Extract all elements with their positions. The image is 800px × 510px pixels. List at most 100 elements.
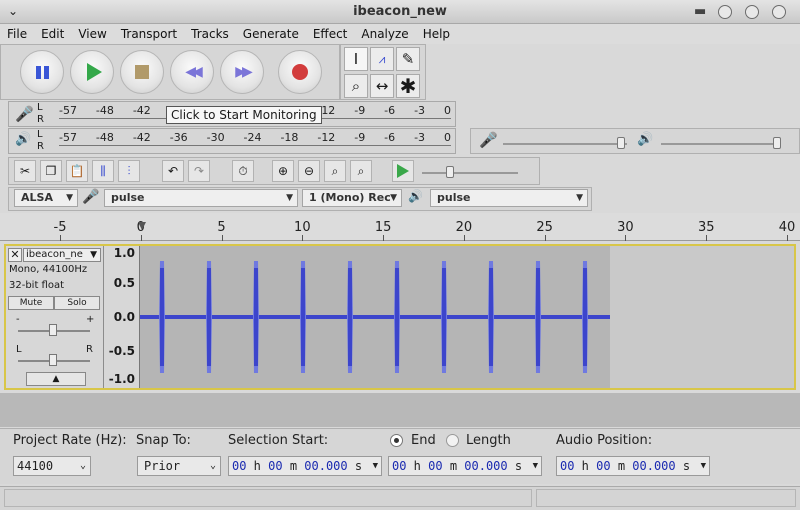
chevron-down-icon: ▼ <box>372 461 378 471</box>
playhead-marker[interactable] <box>138 222 146 238</box>
track-close-button[interactable]: ✕ <box>8 248 22 262</box>
menu-analyze[interactable]: Analyze <box>354 24 415 44</box>
end-radio[interactable] <box>390 434 403 447</box>
project-rate-combo[interactable]: 44100 ⌄ <box>13 456 91 476</box>
selection-end-time[interactable]: 00 h 00 m 00.000 s ▼ <box>388 456 542 476</box>
chevron-down-icon: ⌄ <box>79 460 86 471</box>
sync-lock-button[interactable]: ⏱ <box>232 160 254 182</box>
ruler-tick-mark <box>221 235 223 241</box>
zoom-out-button[interactable]: ⊖ <box>298 160 320 182</box>
playback-meter[interactable]: 🔊 L R -57 -48 -42 -36 -30 -24 -18 -12 -9 -6 -3 0 <box>8 128 456 154</box>
redo-button[interactable]: ↷ <box>188 160 210 182</box>
multi-tool[interactable]: ✱ <box>396 74 420 98</box>
selection-start-time[interactable]: 00 h 00 m 00.000 s ▼ <box>228 456 382 476</box>
menu-generate[interactable]: Generate <box>236 24 306 44</box>
menu-help[interactable]: Help <box>416 24 457 44</box>
ruler-tick-mark <box>302 235 304 241</box>
audio-host-select[interactable]: ALSA ▼ <box>14 189 78 207</box>
audio-position-time[interactable]: 00 h 00 m 00.000 s ▼ <box>556 456 710 476</box>
fit-project-button[interactable]: ⌕ <box>350 160 372 182</box>
scale-label: 0.5 <box>113 276 135 290</box>
stop-button[interactable] <box>120 50 164 94</box>
project-rate-label: Project Rate (Hz): <box>13 433 127 448</box>
timer-icon: ⏱ <box>238 163 248 178</box>
minimize-button[interactable] <box>718 5 732 19</box>
track-empty-area[interactable] <box>610 246 794 388</box>
play-speed-thumb[interactable] <box>446 166 454 178</box>
length-radio[interactable] <box>446 434 459 447</box>
monitor-tooltip[interactable]: Click to Start Monitoring <box>166 106 322 124</box>
menu-transport[interactable]: Transport <box>114 24 184 44</box>
draw-tool[interactable]: ✎ <box>396 47 420 71</box>
audio-track[interactable]: ✕ ibeacon_ne ▼ Mono, 44100Hz 32-bit float… <box>4 244 796 390</box>
close-button[interactable] <box>772 5 786 19</box>
recording-device-select[interactable]: pulse ▼ <box>104 189 298 207</box>
playback-device-select[interactable]: pulse ▼ <box>430 189 588 207</box>
solo-button[interactable]: Solo <box>54 296 100 310</box>
skip-end-button[interactable]: ▶▶ <box>220 50 264 94</box>
trim-button[interactable]: ⫼ <box>92 160 114 182</box>
track-name-menu[interactable]: ibeacon_ne ▼ <box>23 248 101 262</box>
pan-left-label: L <box>16 344 22 355</box>
play-button[interactable] <box>70 50 114 94</box>
input-volume-slider[interactable] <box>503 143 627 145</box>
recording-channels-select[interactable]: 1 (Mono) Rec ▼ <box>302 189 402 207</box>
play-tick: -12 <box>317 131 336 144</box>
selection-tool[interactable]: I <box>344 47 368 71</box>
menu-edit[interactable]: Edit <box>34 24 71 44</box>
play-tick: -36 <box>169 131 188 144</box>
ruler-tick-mark <box>60 235 61 241</box>
scale-label: 0.0 <box>113 310 135 324</box>
maximize-button[interactable] <box>745 5 759 19</box>
cut-button[interactable]: ✂ <box>14 160 36 182</box>
menu-file[interactable]: File <box>0 24 34 44</box>
pause-icon <box>35 65 49 79</box>
status-bar <box>0 486 800 510</box>
ruler-tick-label: 40 <box>778 220 796 235</box>
magnifier-icon: ⌕ <box>351 77 361 95</box>
collapse-up-icon: ▲ <box>52 374 60 384</box>
zoom-tool[interactable]: ⌕ <box>344 74 368 98</box>
gain-thumb[interactable] <box>49 324 57 336</box>
play-at-speed-button[interactable] <box>392 160 414 182</box>
input-volume-thumb[interactable] <box>617 137 625 149</box>
zoom-in-button[interactable]: ⊕ <box>272 160 294 182</box>
shade-icon[interactable]: ▬ <box>694 5 710 19</box>
ruler-tick-label: 30 <box>617 220 634 235</box>
pause-button[interactable] <box>20 50 64 94</box>
menu-tracks[interactable]: Tracks <box>184 24 236 44</box>
envelope-tool[interactable]: ⩘ <box>370 47 394 71</box>
paste-button[interactable]: 📋 <box>66 160 88 182</box>
collapse-track-button[interactable]: ▲ <box>26 372 86 386</box>
undo-button[interactable]: ↶ <box>162 160 184 182</box>
zoom-out-icon: ⊖ <box>303 164 315 178</box>
record-button[interactable] <box>278 50 322 94</box>
waveform-clip[interactable] <box>140 246 610 388</box>
menu-effect[interactable]: Effect <box>306 24 355 44</box>
clipboard-icon: 📋 <box>69 164 85 178</box>
chevron-down-icon: ▼ <box>90 250 97 260</box>
fit-selection-button[interactable]: ⌕ <box>324 160 346 182</box>
silence-button[interactable]: ⫶ <box>118 160 140 182</box>
copy-button[interactable]: ❐ <box>40 160 62 182</box>
waveform-graphic <box>140 261 610 373</box>
chevron-down-icon: ⌄ <box>209 460 216 471</box>
play-speed-slider[interactable] <box>422 172 518 174</box>
empty-project-area[interactable] <box>0 393 800 427</box>
waveform-burst <box>300 261 306 373</box>
chevron-down-icon: ▼ <box>66 193 73 203</box>
output-volume-thumb[interactable] <box>773 137 781 149</box>
ruler-tick-mark <box>383 235 385 241</box>
pan-thumb[interactable] <box>49 354 57 366</box>
chevron-down-icon: ▼ <box>390 193 397 203</box>
timeline-ruler[interactable]: -5 0 5 10 15 20 25 30 35 40 <box>0 213 800 241</box>
menu-view[interactable]: View <box>71 24 113 44</box>
mute-button[interactable]: Mute <box>8 296 54 310</box>
snap-to-select[interactable]: Prior ⌄ <box>137 456 221 476</box>
timeshift-tool[interactable]: ↔ <box>370 74 394 98</box>
play-tick: -30 <box>206 131 225 144</box>
skip-start-button[interactable]: ◀◀ <box>170 50 214 94</box>
ruler-tick-label: 5 <box>217 220 226 235</box>
output-volume-slider[interactable] <box>661 143 781 145</box>
window-menu-icon[interactable]: ⌄ <box>8 4 18 18</box>
